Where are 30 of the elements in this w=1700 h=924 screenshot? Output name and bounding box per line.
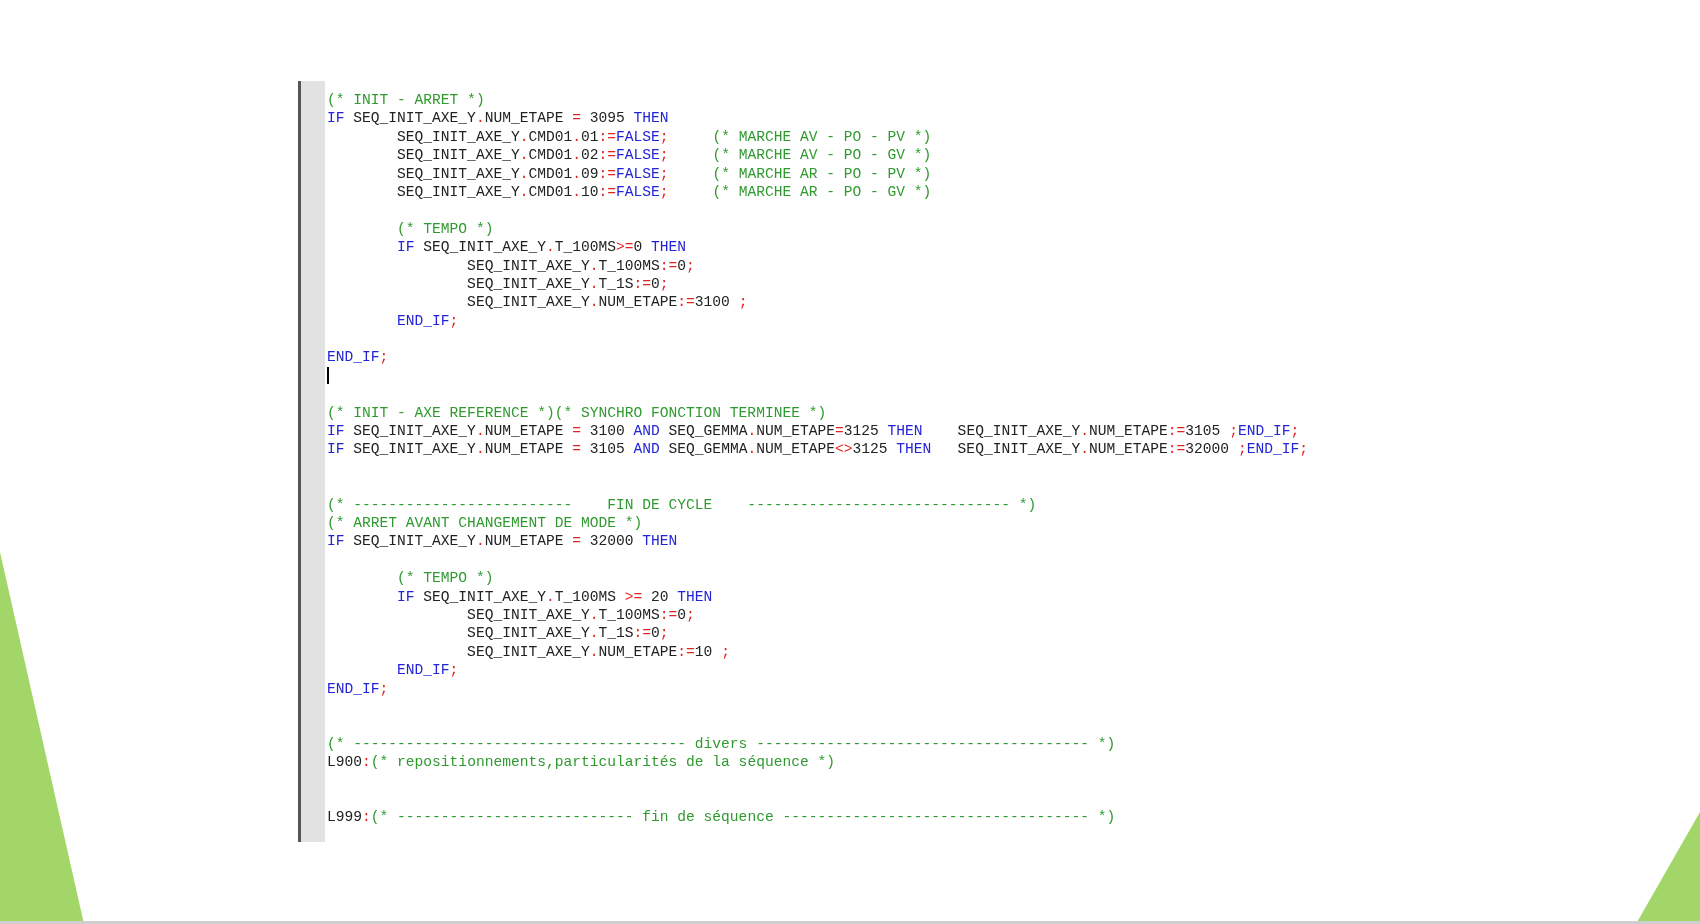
code-line: (* TEMPO *) xyxy=(396,219,495,239)
code-line: (* ARRET AVANT CHANGEMENT DE MODE *) xyxy=(327,514,644,533)
code-line: SEQ_INIT_AXE_Y.T_1S:=0; xyxy=(466,274,670,294)
code-line: L999:(* --------------------------- fin de séquence ----------------------------------- *) xyxy=(327,808,1117,827)
code-line: IF SEQ_INIT_AXE_Y.NUM_ETAPE = 32000 THEN xyxy=(327,532,679,551)
code-line: SEQ_INIT_AXE_Y.T_1S:=0; xyxy=(466,624,670,643)
code-line: SEQ_INIT_AXE_Y.T_100MS:=0; xyxy=(466,605,696,625)
code-line: SEQ_INIT_AXE_Y.T_100MS:=0; xyxy=(466,256,696,275)
code-line: SEQ_INIT_AXE_Y.CMD01.10:=FALSE; (* MARCHE AR - PO - GV *) xyxy=(396,182,933,202)
code-line: END_IF; xyxy=(396,661,460,680)
text-cursor xyxy=(327,366,329,384)
code-line: IF SEQ_INIT_AXE_Y.T_100MS>=0 THEN xyxy=(396,238,688,257)
code-line: END_IF; xyxy=(396,311,460,331)
code-line: IF SEQ_INIT_AXE_Y.NUM_ETAPE = 3100 AND SEQ_GEMMA.NUM_ETAPE=3125 THEN SEQ_INIT_AXE_Y.NUM_ETAPE:=3105 ;END_IF; xyxy=(327,422,1301,441)
code-line: (* TEMPO *) xyxy=(396,569,495,588)
code-line: SEQ_INIT_AXE_Y.CMD01.02:=FALSE; (* MARCHE AV - PO - GV *) xyxy=(396,146,933,165)
code-line: (* ------------------------- FIN DE CYCLE ------------------------------ *) xyxy=(327,495,1038,514)
code-line: END_IF; xyxy=(327,348,390,367)
code-line: (* INIT - ARRET *) xyxy=(327,91,486,110)
code-line: L900:(* repositionnements,particularités de la séquence *) xyxy=(327,753,836,772)
code-line: SEQ_INIT_AXE_Y.CMD01.09:=FALSE; (* MARCHE AR - PO - PV *) xyxy=(396,164,933,183)
code-line: (* -------------------------------------- divers -------------------------------------- *) xyxy=(327,734,1117,754)
code-line: IF SEQ_INIT_AXE_Y.NUM_ETAPE = 3095 THEN xyxy=(327,109,670,128)
code-line: SEQ_INIT_AXE_Y.NUM_ETAPE:=10 ; xyxy=(466,642,731,662)
code-line: SEQ_INIT_AXE_Y.CMD01.01:=FALSE; (* MARCHE AV - PO - PV *) xyxy=(396,127,933,147)
code-line: (* INIT - AXE REFERENCE *)(* SYNCHRO FONCTION TERMINEE *) xyxy=(327,403,828,423)
code-line: SEQ_INIT_AXE_Y.NUM_ETAPE:=3100 ; xyxy=(466,293,749,312)
code-line: END_IF; xyxy=(327,679,390,698)
code-line: IF SEQ_INIT_AXE_Y.NUM_ETAPE = 3105 AND SEQ_GEMMA.NUM_ETAPE<>3125 THEN SEQ_INIT_AXE_Y.NUM_ETAPE:=32000 ;END_IF; xyxy=(327,440,1308,459)
code-line: IF SEQ_INIT_AXE_Y.T_100MS >= 20 THEN xyxy=(396,587,714,606)
